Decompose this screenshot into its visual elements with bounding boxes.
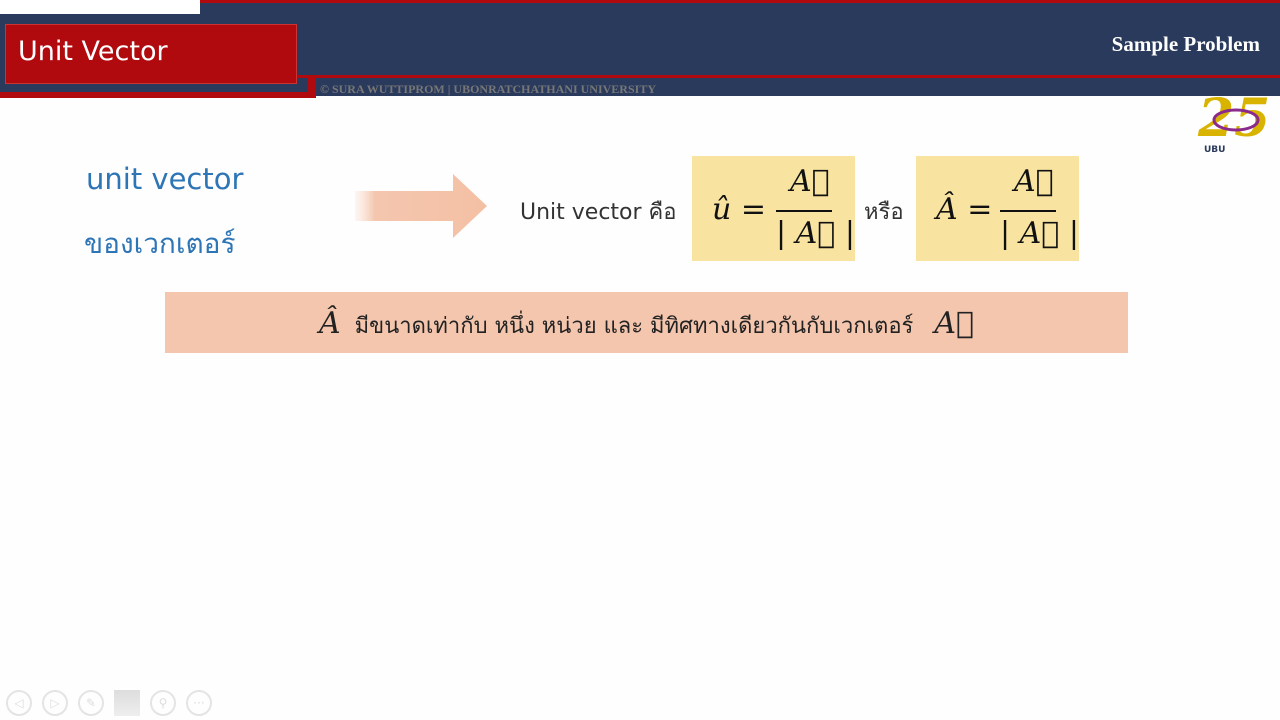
header-gap — [0, 0, 200, 14]
zoom-icon[interactable]: ⚲ — [150, 690, 176, 716]
formula-lhs: Â = — [936, 192, 993, 227]
slideshow-controls: ◁ ▷ ✎ ⚲ ··· — [6, 690, 212, 716]
more-icon[interactable]: ··· — [186, 690, 212, 716]
slides-icon[interactable] — [114, 690, 140, 716]
formula-box-a-hat: Â = A⃗ | A⃗ | — [916, 156, 1079, 261]
fraction-bar — [776, 210, 832, 212]
svg-text:UBU: UBU — [1204, 145, 1225, 155]
fraction-bar — [1000, 210, 1056, 212]
formula-box-u-hat: û = A⃗ | A⃗ | — [692, 156, 855, 261]
definition-label: Unit vector คือ — [520, 200, 677, 225]
numerator: A⃗ — [1014, 164, 1054, 199]
denominator: | A⃗ | — [1000, 216, 1079, 251]
heading-unit-vector: unit vector — [86, 162, 244, 196]
formula-lhs: û = — [712, 192, 766, 227]
next-icon[interactable]: ▷ — [42, 690, 68, 716]
statement-text: มีขนาดเท่ากับ หนึ่ง หน่วย และ มีทิศทางเด… — [354, 314, 914, 339]
heading-of-vector: ของเวกเตอร์ — [84, 227, 236, 260]
pen-icon[interactable]: ✎ — [78, 690, 104, 716]
section-label: Sample Problem — [1111, 32, 1260, 56]
statement-band: Â มีขนาดเท่ากับ หนึ่ง หน่วย และ มีทิศทาง… — [165, 292, 1128, 353]
svg-text:25: 25 — [1197, 88, 1270, 149]
slide-title: Unit Vector — [18, 36, 168, 67]
statement: Â มีขนาดเท่ากับ หนึ่ง หน่วย และ มีทิศทาง… — [165, 306, 1128, 343]
symbol-a-vector: A⃗ — [934, 306, 975, 341]
symbol-a-hat: Â — [318, 306, 341, 341]
or-label: หรือ — [864, 200, 904, 225]
previous-icon[interactable]: ◁ — [6, 690, 32, 716]
university-logo: 25 UBU — [1197, 88, 1270, 155]
numerator: A⃗ — [790, 164, 830, 199]
arrow-right-icon — [355, 174, 487, 238]
copyright: © SURA WUTTIPROM | UBONRATCHATHANI UNIVE… — [320, 82, 656, 96]
denominator: | A⃗ | — [776, 216, 855, 251]
divider — [308, 76, 316, 98]
divider — [0, 92, 316, 98]
